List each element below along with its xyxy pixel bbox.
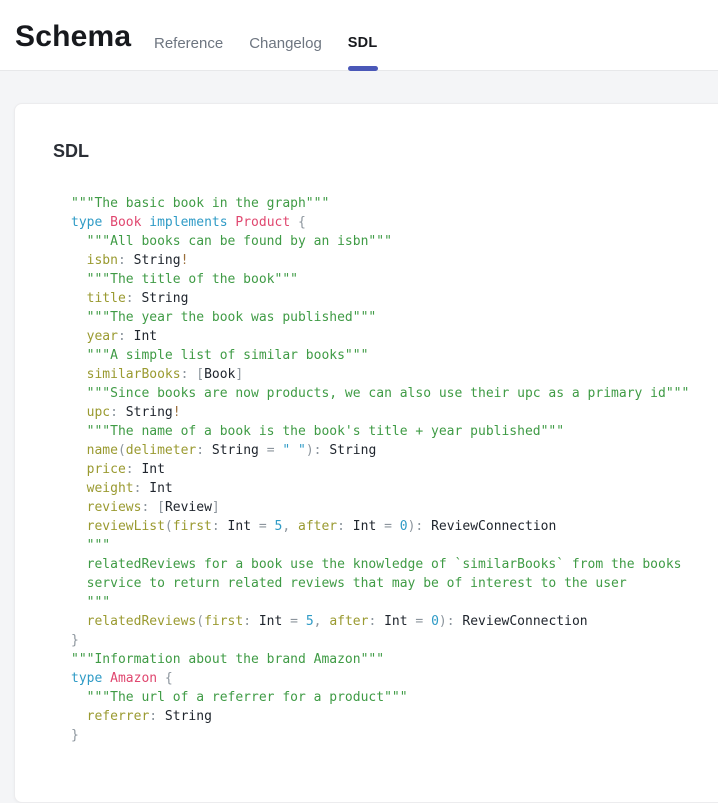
tab-changelog[interactable]: Changelog	[249, 35, 322, 52]
code-line: """	[71, 536, 718, 555]
code-line: """The url of a referrer for a product""…	[71, 688, 718, 707]
code-line: reviews: [Review]	[71, 498, 718, 517]
code-line: referrer: String	[71, 707, 718, 726]
tab-reference[interactable]: Reference	[154, 35, 223, 52]
code-line: similarBooks: [Book]	[71, 365, 718, 384]
code-line: title: String	[71, 289, 718, 308]
code-line: name(delimeter: String = " "): String	[71, 441, 718, 460]
code-line: service to return related reviews that m…	[71, 574, 718, 593]
code-line: upc: String!	[71, 403, 718, 422]
code-line: """	[71, 593, 718, 612]
code-line: reviewList(first: Int = 5, after: Int = …	[71, 517, 718, 536]
code-line: """A simple list of similar books"""	[71, 346, 718, 365]
code-line: type Amazon {	[71, 669, 718, 688]
code-line: """The basic book in the graph"""	[71, 194, 718, 213]
tabs: Reference Changelog SDL	[154, 35, 377, 52]
code-line: """The title of the book"""	[71, 270, 718, 289]
code-line: """Since books are now products, we can …	[71, 384, 718, 403]
code-line: year: Int	[71, 327, 718, 346]
card-heading: SDL	[53, 141, 718, 162]
tab-sdl[interactable]: SDL	[348, 35, 378, 52]
code-line: }	[71, 726, 718, 745]
sdl-code: """The basic book in the graph"""type Bo…	[71, 194, 718, 745]
code-line: """The year the book was published"""	[71, 308, 718, 327]
page-header: Schema Reference Changelog SDL	[0, 0, 718, 71]
code-line: isbn: String!	[71, 251, 718, 270]
code-line: price: Int	[71, 460, 718, 479]
code-line: """All books can be found by an isbn"""	[71, 232, 718, 251]
code-line: weight: Int	[71, 479, 718, 498]
code-line: relatedReviews for a book use the knowle…	[71, 555, 718, 574]
code-line: type Book implements Product {	[71, 213, 718, 232]
code-line: """Information about the brand Amazon"""	[71, 650, 718, 669]
code-line: """The name of a book is the book's titl…	[71, 422, 718, 441]
sdl-card: SDL """The basic book in the graph"""typ…	[14, 103, 718, 803]
code-line: relatedReviews(first: Int = 5, after: In…	[71, 612, 718, 631]
page-title: Schema	[15, 20, 131, 54]
code-line: }	[71, 631, 718, 650]
